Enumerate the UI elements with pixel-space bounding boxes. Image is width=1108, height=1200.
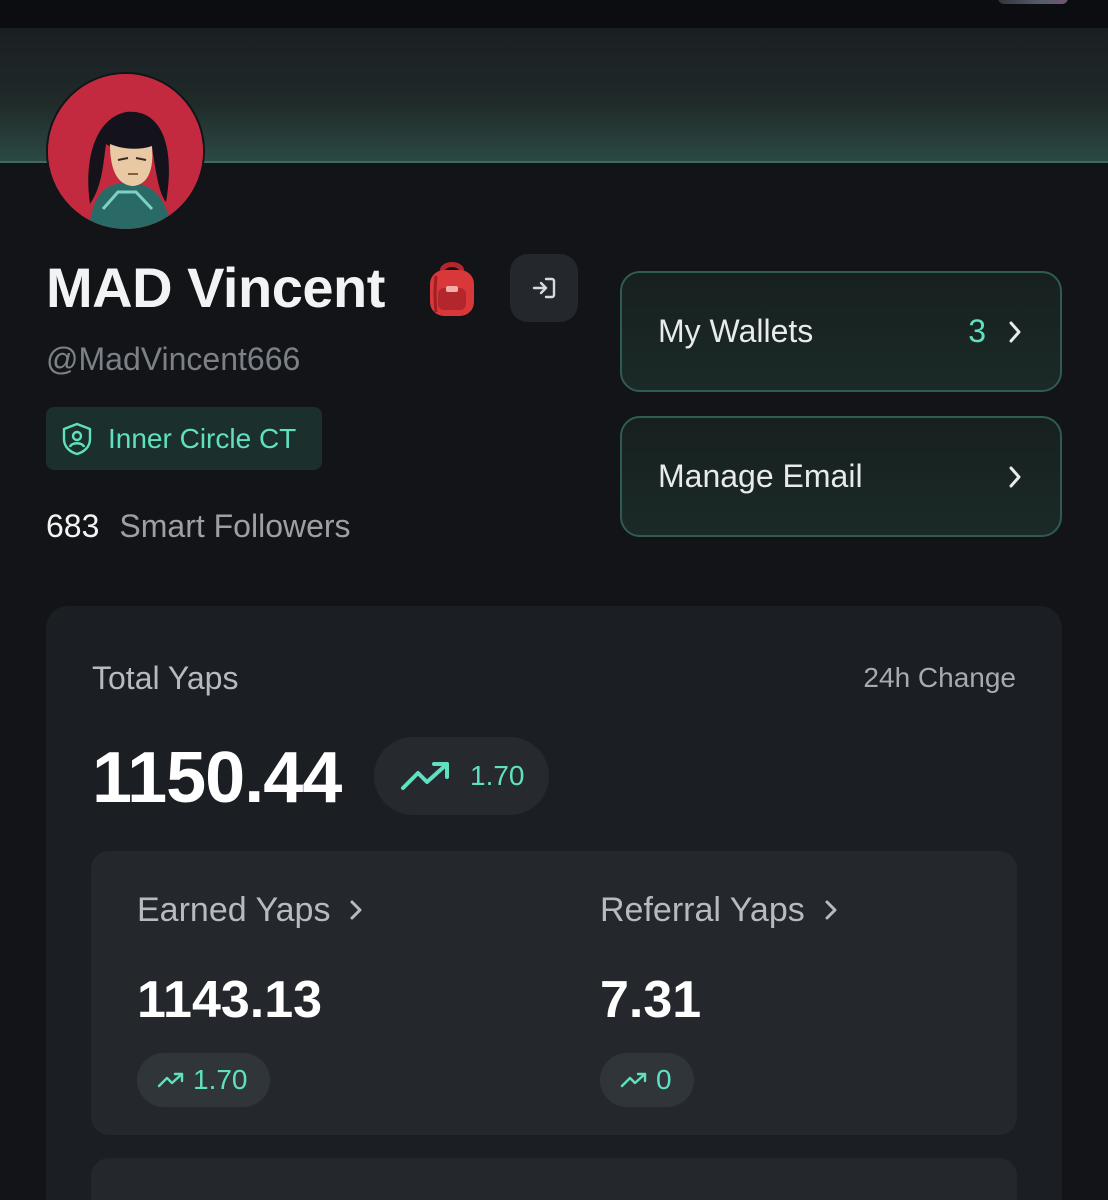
referral-change-badge: 0 (600, 1053, 694, 1107)
logout-icon (532, 277, 556, 299)
earned-change-badge: 1.70 (137, 1053, 270, 1107)
smart-followers[interactable]: 683 Smart Followers (46, 505, 351, 547)
earned-yaps-label: Earned Yaps (137, 891, 331, 929)
inner-circle-badge: Inner Circle CT (46, 407, 322, 470)
referral-yaps-label: Referral Yaps (600, 891, 805, 929)
earned-yaps-value: 1143.13 (137, 971, 323, 1029)
trending-up-icon (157, 1072, 184, 1088)
next-section-card (91, 1158, 1017, 1200)
shield-user-icon (62, 422, 92, 455)
followers-label: Smart Followers (119, 508, 351, 544)
chevron-right-icon (350, 900, 362, 920)
total-yaps-value: 1150.44 (92, 738, 342, 818)
email-label: Manage Email (658, 458, 863, 494)
total-change-badge: 1.70 (374, 737, 549, 815)
referral-change-value: 0 (656, 1064, 672, 1095)
top-edge-thumbnail (998, 0, 1068, 4)
trending-up-icon (620, 1072, 647, 1088)
logout-button[interactable] (510, 254, 578, 322)
wallets-count: 3 (968, 313, 986, 349)
referral-yaps-section[interactable]: Referral Yaps 7.31 0 (600, 888, 839, 1107)
profile-page: MAD Vincent @MadVincent666 Inner Circle … (0, 0, 1108, 1200)
top-bar (0, 0, 1108, 28)
total-change-value: 1.70 (470, 760, 525, 791)
avatar[interactable] (46, 72, 205, 231)
followers-count: 683 (46, 508, 100, 544)
total-yaps-title: Total Yaps (92, 660, 239, 696)
earned-yaps-section[interactable]: Earned Yaps 1143.13 1.70 (137, 888, 364, 1107)
trending-up-icon (401, 762, 449, 790)
badge-label: Inner Circle CT (108, 422, 297, 454)
wallets-label: My Wallets (658, 313, 814, 349)
profile-name: MAD Vincent (46, 256, 385, 319)
chevron-right-icon (825, 900, 837, 920)
my-wallets-button[interactable]: My Wallets 3 (620, 271, 1062, 392)
profile-handle: @MadVincent666 (46, 341, 301, 377)
referral-yaps-value: 7.31 (600, 971, 702, 1029)
chevron-right-icon (1009, 466, 1021, 487)
backpack-icon (424, 258, 480, 320)
change-period-label: 24h Change (863, 662, 1016, 693)
chevron-right-icon (1009, 321, 1021, 342)
manage-email-button[interactable]: Manage Email (620, 416, 1062, 537)
earned-change-value: 1.70 (193, 1064, 248, 1095)
